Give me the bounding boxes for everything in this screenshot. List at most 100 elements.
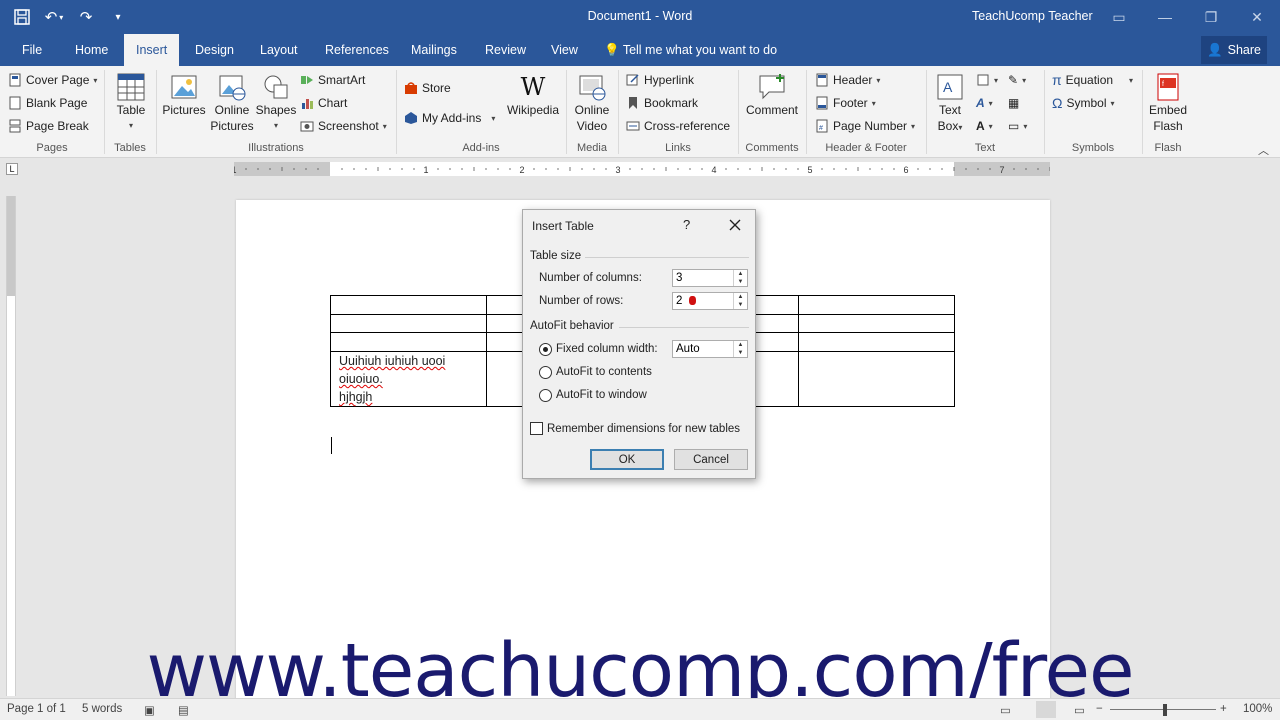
- table-cell[interactable]: [798, 314, 955, 333]
- autofit-window-label[interactable]: AutoFit to window: [556, 389, 647, 401]
- share-button[interactable]: 👤 Share: [1201, 36, 1267, 64]
- column-width-input[interactable]: [673, 341, 733, 357]
- tab-file[interactable]: File: [10, 34, 54, 66]
- online-pictures-button[interactable]: Online Pictures: [208, 72, 256, 134]
- close-icon[interactable]: [725, 215, 745, 235]
- pictures-button[interactable]: Pictures: [160, 72, 208, 118]
- print-layout-icon[interactable]: [1036, 701, 1056, 718]
- ok-button[interactable]: OK: [590, 449, 664, 470]
- proofing-icon[interactable]: ▣: [144, 703, 155, 717]
- zoom-slider-thumb[interactable]: [1163, 704, 1167, 716]
- header-button[interactable]: Header ▾: [815, 70, 880, 90]
- screenshot-button[interactable]: Screenshot ▾: [300, 116, 387, 136]
- my-addins-icon: [404, 111, 418, 125]
- table-cell[interactable]: [798, 295, 955, 315]
- autofit-contents-radio[interactable]: [539, 366, 552, 379]
- spin-up-icon[interactable]: ▲: [734, 341, 747, 349]
- signature-line-button[interactable]: ✎ ▾: [1008, 70, 1026, 90]
- minimize-icon[interactable]: —: [1142, 0, 1188, 34]
- tab-home[interactable]: Home: [63, 34, 120, 66]
- tab-mailings[interactable]: Mailings: [399, 34, 469, 66]
- close-window-icon[interactable]: ✕: [1234, 0, 1280, 34]
- rows-spinner-arrows[interactable]: ▲ ▼: [733, 293, 747, 309]
- columns-input[interactable]: [673, 270, 733, 286]
- date-time-button[interactable]: ▦: [1008, 93, 1019, 113]
- read-mode-icon[interactable]: ▭: [1000, 703, 1011, 717]
- table-button[interactable]: Table ▾: [110, 72, 152, 134]
- store-button[interactable]: Store: [404, 78, 451, 98]
- spin-down-icon[interactable]: ▼: [734, 301, 747, 309]
- autofit-heading: AutoFit behavior: [530, 320, 614, 332]
- smartart-button[interactable]: SmartArt: [300, 70, 365, 90]
- web-layout-icon[interactable]: ▭: [1074, 703, 1085, 717]
- text-box-button[interactable]: A Text Box▾: [930, 72, 970, 136]
- comment-button[interactable]: Comment: [742, 72, 802, 118]
- equation-button[interactable]: π Equation ▾: [1052, 70, 1133, 90]
- tab-insert[interactable]: Insert: [124, 34, 180, 66]
- wikipedia-button[interactable]: W Wikipedia: [504, 72, 562, 118]
- rows-spinner[interactable]: ▲▼: [672, 292, 748, 310]
- drop-cap-button[interactable]: A ▾: [976, 116, 993, 136]
- object-button[interactable]: ▭ ▾: [1008, 116, 1027, 136]
- tab-review[interactable]: Review: [473, 34, 538, 66]
- page-break-button[interactable]: Page Break: [8, 116, 89, 136]
- page-number-button[interactable]: # Page Number ▾: [815, 116, 915, 136]
- table-cell[interactable]: [798, 351, 955, 407]
- autofit-contents-label[interactable]: AutoFit to contents: [556, 366, 652, 378]
- table-cell[interactable]: [798, 332, 955, 352]
- remember-dimensions-label[interactable]: Remember dimensions for new tables: [547, 423, 740, 435]
- remember-dimensions-checkbox[interactable]: [530, 422, 543, 435]
- tab-references[interactable]: References: [313, 34, 401, 66]
- columns-spinner[interactable]: ▲▼: [672, 269, 748, 287]
- horizontal-ruler[interactable]: 1 1 2 3 4 5 6 7: [234, 162, 1050, 176]
- table-cell[interactable]: [330, 314, 487, 333]
- embed-flash-button[interactable]: f Embed Flash: [1144, 72, 1192, 134]
- columns-spinner-arrows[interactable]: ▲ ▼: [733, 270, 747, 286]
- cross-reference-button[interactable]: Cross-reference: [626, 116, 730, 136]
- zoom-level[interactable]: 100%: [1243, 703, 1272, 715]
- online-video-button[interactable]: Online Video: [570, 72, 614, 134]
- blank-page-button[interactable]: Blank Page: [8, 93, 87, 113]
- quick-parts-button[interactable]: ▾: [976, 70, 998, 90]
- cancel-button[interactable]: Cancel: [674, 449, 748, 470]
- user-name[interactable]: TeachUcomp Teacher: [972, 9, 1093, 23]
- shapes-button[interactable]: Shapes ▾: [254, 72, 298, 134]
- cover-page-button[interactable]: Cover Page ▾: [8, 70, 97, 90]
- tab-selector-icon[interactable]: L: [6, 163, 18, 175]
- symbol-button[interactable]: Ω Symbol ▾: [1052, 93, 1115, 113]
- page-count[interactable]: Page 1 of 1: [7, 703, 66, 715]
- my-addins-button[interactable]: My Add-ins ▾: [404, 108, 495, 128]
- footer-button[interactable]: Footer ▾: [815, 93, 876, 113]
- collapse-ribbon-icon[interactable]: ︿: [1258, 142, 1269, 158]
- tab-view[interactable]: View: [539, 34, 590, 66]
- help-icon[interactable]: ?: [683, 217, 690, 232]
- fixed-column-width-radio[interactable]: [539, 343, 552, 356]
- tab-layout[interactable]: Layout: [248, 34, 310, 66]
- spin-up-icon[interactable]: ▲: [734, 270, 747, 278]
- column-width-spinner-arrows[interactable]: ▲ ▼: [733, 341, 747, 357]
- vertical-ruler[interactable]: [6, 196, 16, 696]
- fixed-column-width-label[interactable]: Fixed column width:: [556, 343, 658, 355]
- tab-design[interactable]: Design: [183, 34, 246, 66]
- spin-down-icon[interactable]: ▼: [734, 349, 747, 357]
- spin-down-icon[interactable]: ▼: [734, 278, 747, 286]
- spin-up-icon[interactable]: ▲: [734, 293, 747, 301]
- ruler-number: 6: [903, 165, 908, 175]
- macro-recording-icon[interactable]: ▤: [178, 703, 189, 717]
- zoom-in-icon[interactable]: +: [1220, 703, 1227, 715]
- zoom-out-icon[interactable]: −: [1096, 703, 1103, 715]
- tell-me-box[interactable]: 💡 Tell me what you want to do: [604, 34, 777, 66]
- table-cell[interactable]: Uuihiuh iuhiuh uooi oiuoiuo. hjhgjh: [330, 351, 487, 407]
- ribbon-display-options-icon[interactable]: ▭: [1096, 0, 1142, 34]
- restore-icon[interactable]: ❐: [1188, 0, 1234, 34]
- table-cell[interactable]: [330, 332, 487, 352]
- hyperlink-button[interactable]: Hyperlink: [626, 70, 694, 90]
- table-cell[interactable]: [330, 295, 487, 315]
- bookmark-button[interactable]: Bookmark: [626, 93, 698, 113]
- chart-button[interactable]: Chart: [300, 93, 347, 113]
- autofit-window-radio[interactable]: [539, 389, 552, 402]
- wordart-button[interactable]: A ▾: [976, 93, 993, 113]
- rows-input[interactable]: [673, 293, 733, 309]
- word-count[interactable]: 5 words: [82, 703, 122, 715]
- column-width-spinner[interactable]: ▲▼: [672, 340, 748, 358]
